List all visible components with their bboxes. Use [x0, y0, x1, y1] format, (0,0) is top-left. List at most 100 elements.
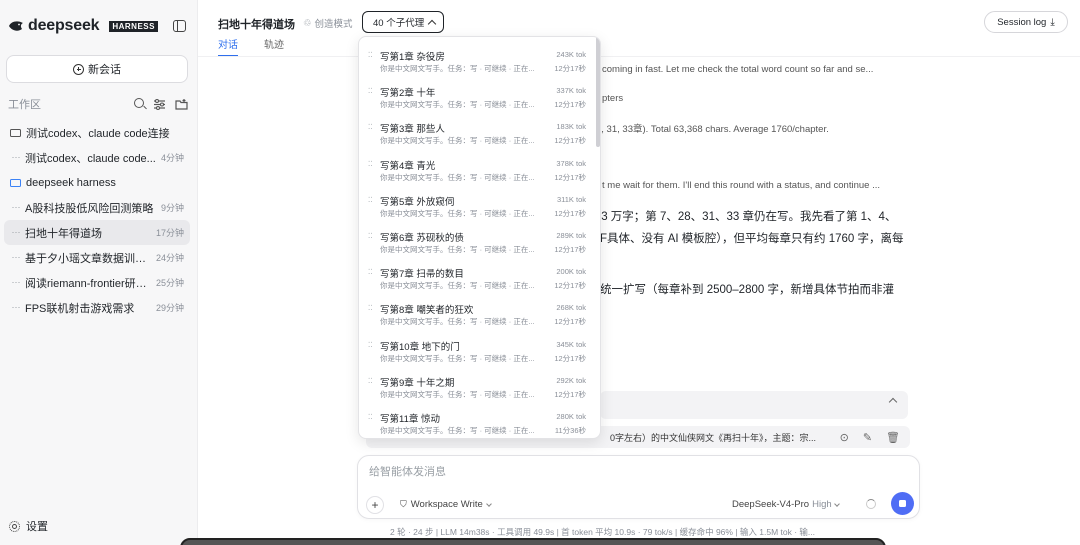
subagent-time: 11分36秒: [554, 426, 586, 435]
message-input[interactable]: [369, 466, 769, 478]
subagent-time: 12分17秒: [554, 354, 586, 363]
subagent-desc: 你是中文网文写手。任务：写 · 可继续 · 正在...: [380, 64, 535, 73]
subagent-item[interactable]: ⁚⁚ 写第7章 扫帚的数目 你是中文网文写手。任务：写 · 可继续 · 正在..…: [359, 259, 596, 295]
list-item-label: 阅读riemann-frontier研究...: [25, 277, 152, 290]
subagent-title: 写第8章 嘲笑者的狂欢: [380, 305, 474, 316]
header-divider: [198, 56, 1080, 57]
subagent-item[interactable]: ⁚⁚ 写第8章 嘲笑者的狂欢 你是中文网文写手。任务：写 · 可继续 · 正在.…: [359, 295, 596, 331]
settings-button[interactable]: 设置: [9, 518, 48, 534]
permission-mode-select[interactable]: ⛉ Workspace Write: [400, 499, 492, 510]
session-dots-icon: ⋯: [11, 152, 21, 162]
workspace-folder[interactable]: 测试codex、claude code连接: [4, 120, 190, 145]
session-item[interactable]: ⋯ A股科技股低风险回测策略 9分钟: [4, 195, 190, 220]
agent-dots-icon: ⁚⁚: [368, 197, 373, 204]
attach-button[interactable]: +: [366, 496, 384, 514]
subagent-tokens: 268K tok: [556, 303, 586, 312]
agent-dots-icon: ⁚⁚: [368, 52, 373, 59]
agent-dots-icon: ⁚⁚: [368, 378, 373, 385]
reasoning-level: High: [812, 499, 832, 510]
mode-indicator: ♲ 创造模式: [303, 16, 353, 31]
session-item[interactable]: ⋯ 测试codex、claude code... 4分钟: [4, 145, 190, 170]
subagent-time: 12分17秒: [554, 136, 586, 145]
list-item-time: 9分钟: [160, 203, 184, 213]
shield-icon: ⛉: [400, 499, 407, 509]
edit-icon[interactable]: ✎: [863, 431, 872, 444]
subagent-desc: 你是中文网文写手。任务：写 · 可继续 · 正在...: [380, 100, 535, 109]
subagent-desc: 你是中文网文写手。任务：写 · 可继续 · 正在...: [380, 281, 535, 290]
session-item[interactable]: ⋯ 基于夕小瑶文章数据训练... 24分钟: [4, 245, 190, 270]
folder-icon: [10, 128, 21, 137]
agent-dots-icon: ⁚⁚: [368, 124, 373, 131]
list-item-label: A股科技股低风险回测策略: [25, 202, 154, 215]
subagent-item[interactable]: ⁚⁚ 写第11章 惊动 你是中文网文写手。任务：写 · 可继续 · 正在... …: [359, 404, 596, 438]
model-select[interactable]: DeepSeek-V4-Pro High: [732, 499, 840, 510]
subagent-tokens: 280K tok: [556, 412, 586, 421]
session-item[interactable]: ⋯ 阅读riemann-frontier研究... 25分钟: [4, 270, 190, 295]
subagent-tokens: 289K tok: [556, 231, 586, 240]
subagent-item[interactable]: ⁚⁚ 写第10章 地下的门 你是中文网文写手。任务：写 · 可继续 · 正在..…: [359, 332, 596, 368]
message-line: t me wait for them. I'll end this round …: [602, 180, 880, 191]
list-item-label: FPS联机射击游戏需求: [25, 302, 135, 315]
message-line: 统一扩写（每章补到 2500–2800 字，新增具体节拍而非灌: [600, 284, 894, 296]
list-item-time: 25分钟: [155, 278, 184, 288]
subagent-item[interactable]: ⁚⁚ 写第9章 十年之期 你是中文网文写手。任务：写 · 可继续 · 正在...…: [359, 368, 596, 404]
trash-icon[interactable]: 🗑︎: [886, 431, 900, 444]
list-item-label: 测试codex、claude code...: [25, 152, 156, 165]
settings-label: 设置: [26, 521, 48, 533]
subagent-tokens: 183K tok: [556, 122, 586, 131]
subagent-title: 写第11章 惊动: [380, 414, 441, 425]
subagent-time: 12分17秒: [554, 281, 586, 290]
session-item-active[interactable]: ⋯ 扫地十年得道场 17分钟: [4, 220, 190, 245]
dropdown-scrollbar[interactable]: [596, 37, 600, 147]
run-stats: 2 轮 · 24 步 | LLM 14m38s · 工具调用 49.9s | 首…: [390, 527, 815, 537]
new-folder-icon[interactable]: [175, 98, 188, 111]
filter-icon[interactable]: [153, 98, 166, 111]
message-line: .3 万字；第 7、28、31、33 章仍在写。我先看了第 1、4、: [598, 211, 897, 223]
brand-name: deepseek: [28, 17, 100, 34]
subagent-desc: 你是中文网文写手。任务：写 · 可继续 · 正在...: [380, 354, 535, 363]
message-line: F具体、没有 AI 模板腔），但平均每章只有约 1760 字，离每: [600, 233, 904, 245]
workspace-label: 工作区: [8, 99, 41, 111]
subagent-desc: 你是中文网文写手。任务：写 · 可继续 · 正在...: [380, 136, 535, 145]
whale-logo-icon: [9, 21, 23, 31]
subagent-time: 12分17秒: [554, 64, 586, 73]
subagent-tokens: 378K tok: [556, 159, 586, 168]
collapsed-section[interactable]: [600, 391, 908, 419]
subagent-item[interactable]: ⁚⁚ 写第4章 青光 你是中文网文写手。任务：写 · 可继续 · 正在... 3…: [359, 151, 596, 187]
stop-button[interactable]: [891, 492, 914, 515]
subagent-item[interactable]: ⁚⁚ 写第3章 那些人 你是中文网文写手。任务：写 · 可继续 · 正在... …: [359, 114, 596, 150]
new-chat-label: 新会话: [88, 64, 121, 76]
subagent-desc: 你是中文网文写手。任务：写 · 可继续 · 正在...: [380, 426, 535, 435]
bottom-dock: [180, 538, 886, 545]
subagent-tokens: 243K tok: [556, 50, 586, 59]
new-chat-button[interactable]: 新会话: [6, 55, 188, 83]
pause-icon[interactable]: ⊙: [840, 431, 849, 444]
subagent-time: 12分17秒: [554, 209, 586, 218]
search-icon[interactable]: [134, 97, 144, 108]
subagent-item[interactable]: ⁚⁚ 写第5章 外放窥伺 你是中文网文写手。任务：写 · 可继续 · 正在...…: [359, 187, 596, 223]
subagent-time: 12分17秒: [554, 173, 586, 182]
tab-trajectory[interactable]: 轨迹: [264, 36, 284, 57]
subagents-toggle-button[interactable]: 40 个子代理: [362, 11, 445, 33]
session-item[interactable]: ⋯ FPS联机射击游戏需求 29分钟: [4, 295, 190, 320]
download-icon: ⤓: [1050, 16, 1055, 28]
sidebar-toggle-icon[interactable]: [173, 20, 186, 32]
subagent-item[interactable]: ⁚⁚ 写第6章 苏砚秋的债 你是中文网文写手。任务：写 · 可继续 · 正在..…: [359, 223, 596, 259]
list-item-label: 扫地十年得道场: [25, 227, 102, 240]
subagent-item[interactable]: ⁚⁚ 写第2章 十年 你是中文网文写手。任务：写 · 可继续 · 正在... 3…: [359, 78, 596, 114]
subagent-item[interactable]: ⁚⁚ 写第1章 杂役房 你是中文网文写手。任务：写 · 可继续 · 正在... …: [359, 42, 596, 78]
gear-icon: [9, 520, 20, 532]
session-dots-icon: ⋯: [11, 277, 21, 287]
mode-icon: ♲: [303, 17, 312, 29]
tab-conversation[interactable]: 对话: [218, 36, 238, 57]
permission-mode-label: Workspace Write: [410, 499, 483, 510]
session-dots-icon: ⋯: [11, 202, 21, 212]
subagent-tokens: 292K tok: [556, 376, 586, 385]
workspace-folder[interactable]: deepseek harness: [4, 170, 190, 195]
session-dots-icon: ⋯: [11, 227, 21, 237]
subagent-title: 写第10章 地下的门: [380, 342, 460, 353]
brand[interactable]: deepseek HARNESS: [8, 17, 158, 35]
subagent-tokens: 345K tok: [556, 340, 586, 349]
session-log-button[interactable]: Session log ⤓: [984, 11, 1068, 33]
subagent-tokens: 200K tok: [556, 267, 586, 276]
